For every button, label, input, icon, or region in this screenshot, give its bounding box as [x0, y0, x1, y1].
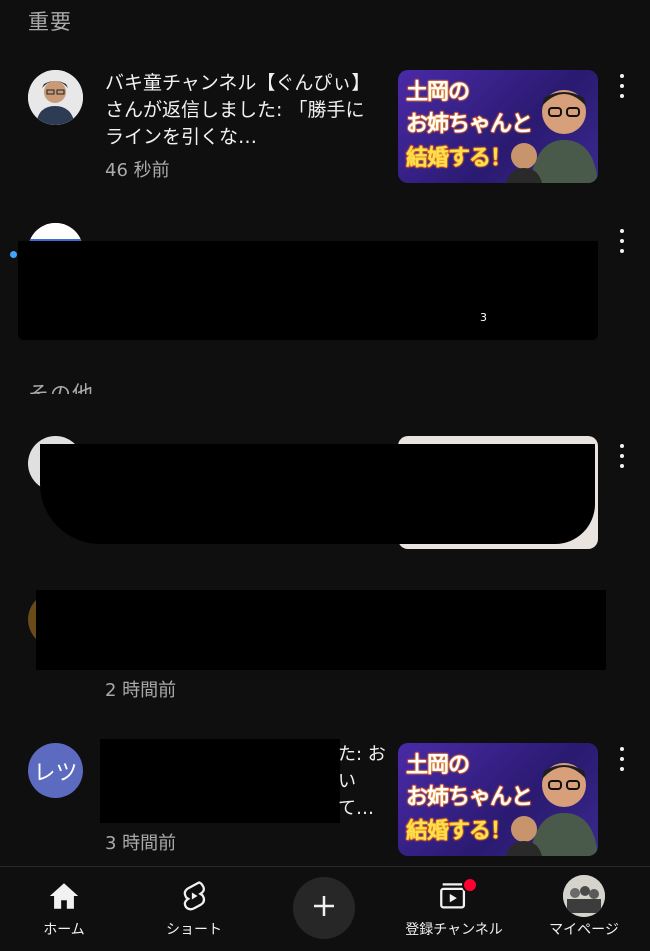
thumbnail-title-line: お姉ちゃんと — [405, 111, 534, 138]
section-title-other: その他 — [28, 382, 94, 394]
new-content-badge — [462, 877, 478, 893]
nav-mypage-label: マイページ — [549, 922, 619, 938]
thumbnail-badge: 3 — [480, 311, 487, 324]
nav-home[interactable]: ホーム — [4, 879, 124, 939]
notification-time: 3 時間前 — [105, 833, 177, 854]
more-vert-icon[interactable] — [612, 444, 632, 468]
nav-mypage[interactable]: マイページ — [524, 875, 644, 939]
obscured-region — [18, 241, 598, 340]
obscured-region — [100, 739, 340, 823]
shorts-icon — [134, 879, 254, 913]
thumbnail-title-line: 土岡の — [405, 752, 471, 779]
notification-text: た: おい て… 数 がい… — [338, 744, 386, 819]
bottom-navigation: ホーム ショート 登録チャンネル マイページ — [0, 866, 650, 951]
subscriptions-icon — [394, 877, 514, 913]
thumbnail-title-line: 土岡の — [405, 79, 471, 106]
plus-icon — [309, 891, 339, 925]
more-vert-icon[interactable] — [612, 74, 632, 98]
notification-item[interactable]: バキ童チャンネル【ぐんぴぃ】さんが返信しました: 「勝手にラインを引くな… 46… — [0, 62, 650, 192]
thumbnail-title-line: 結婚する！ — [405, 145, 513, 172]
channel-avatar[interactable] — [28, 70, 83, 125]
notification-time: 46 秒前 — [105, 160, 170, 181]
notification-text: バキ童チャンネル【ぐんぴぃ】さんが返信しました: 「勝手にラインを引くな… — [105, 72, 371, 148]
nav-home-label: ホーム — [43, 922, 85, 938]
more-vert-icon[interactable] — [612, 747, 632, 771]
thumbnail-title-line: 結婚する！ — [405, 818, 513, 845]
notification-item[interactable]: 2 時間前 — [0, 590, 650, 715]
channel-avatar[interactable]: レツ — [28, 743, 83, 798]
home-icon — [4, 879, 124, 913]
nav-subscriptions[interactable]: 登録チャンネル — [394, 877, 514, 939]
video-thumbnail[interactable]: 土岡の お姉ちゃんと 結婚する！ — [398, 743, 598, 856]
notification-time: 2 時間前 — [105, 680, 177, 701]
obscured-region — [40, 444, 595, 544]
unread-indicator — [10, 251, 17, 258]
section-title-important: 重要 — [28, 10, 72, 34]
obscured-region — [36, 590, 606, 670]
create-button[interactable] — [293, 877, 355, 939]
video-thumbnail[interactable]: 土岡の お姉ちゃんと 結婚する！ — [398, 70, 598, 183]
notification-item[interactable]: 3 — [0, 215, 650, 340]
notification-item[interactable]: レツ た: おい て… 数 がい… 3 時間前 土岡の お姉ちゃんと 結婚する！ — [0, 735, 650, 860]
nav-shorts[interactable]: ショート — [134, 879, 254, 939]
avatar — [563, 875, 605, 917]
nav-subscriptions-label: 登録チャンネル — [405, 922, 503, 938]
more-vert-icon[interactable] — [612, 229, 632, 253]
notification-item[interactable] — [0, 430, 650, 555]
thumbnail-title-line: お姉ちゃんと — [405, 784, 534, 811]
nav-shorts-label: ショート — [166, 922, 222, 938]
